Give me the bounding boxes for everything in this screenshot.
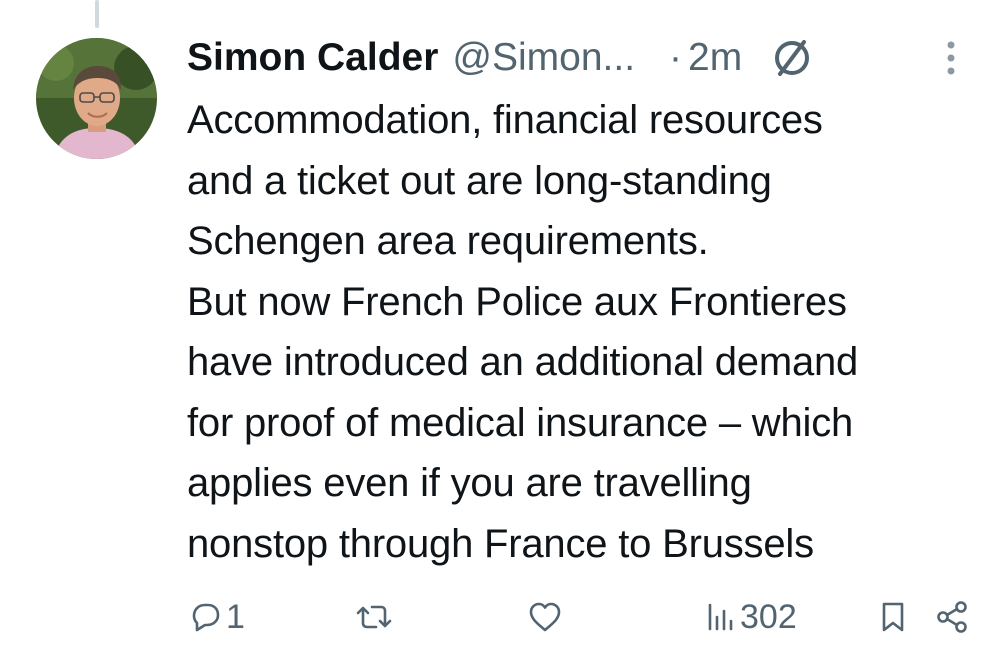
tweet-text-line: Schengen area requirements. bbox=[187, 219, 709, 263]
tweet-action-bar: 1 302 bbox=[186, 592, 976, 642]
no-symbol-icon bbox=[768, 34, 816, 82]
tweet-text-line: have introduced an additional demand bbox=[187, 340, 859, 384]
tweet-text-line: Accommodation, financial resources bbox=[187, 98, 823, 142]
author-display-name[interactable]: Simon Calder bbox=[187, 36, 438, 80]
retweet-button[interactable] bbox=[354, 592, 398, 642]
tweet-text-line: But now French Police aux Frontieres bbox=[187, 279, 847, 324]
share-button[interactable] bbox=[934, 592, 970, 642]
tweet-header: Simon Calder @Simon... · 2m bbox=[187, 30, 977, 86]
tweet-text-line: and a ticket out are long-standing bbox=[187, 158, 772, 203]
like-button[interactable] bbox=[526, 592, 568, 642]
views-button[interactable]: 302 bbox=[706, 592, 797, 642]
avatar[interactable] bbox=[36, 38, 157, 159]
retweet-icon bbox=[354, 599, 394, 635]
tweet-timestamp[interactable]: 2m bbox=[688, 36, 742, 80]
bookmark-icon bbox=[878, 599, 908, 635]
tweet-text-line: applies even if you are travelling bbox=[187, 461, 752, 505]
share-icon bbox=[934, 599, 970, 635]
bookmark-button[interactable] bbox=[878, 592, 908, 642]
header-separator: · bbox=[669, 36, 683, 79]
tweet-text-line: nonstop through France to Brussels bbox=[187, 521, 814, 566]
views-icon bbox=[706, 599, 736, 635]
heart-icon bbox=[526, 599, 564, 635]
reply-count: 1 bbox=[226, 597, 245, 636]
reply-icon bbox=[186, 599, 222, 635]
thread-connector-line bbox=[95, 0, 99, 28]
tweet-text-line: for proof of medical insurance – which bbox=[187, 400, 854, 445]
views-count: 302 bbox=[740, 597, 797, 636]
author-handle[interactable]: @Simon... bbox=[452, 36, 635, 80]
vertical-dots-icon[interactable] bbox=[939, 38, 963, 78]
tweet-body: Accommodation, financial resources and a… bbox=[187, 90, 987, 574]
profile-photo bbox=[36, 38, 157, 159]
reply-button[interactable]: 1 bbox=[186, 592, 245, 642]
